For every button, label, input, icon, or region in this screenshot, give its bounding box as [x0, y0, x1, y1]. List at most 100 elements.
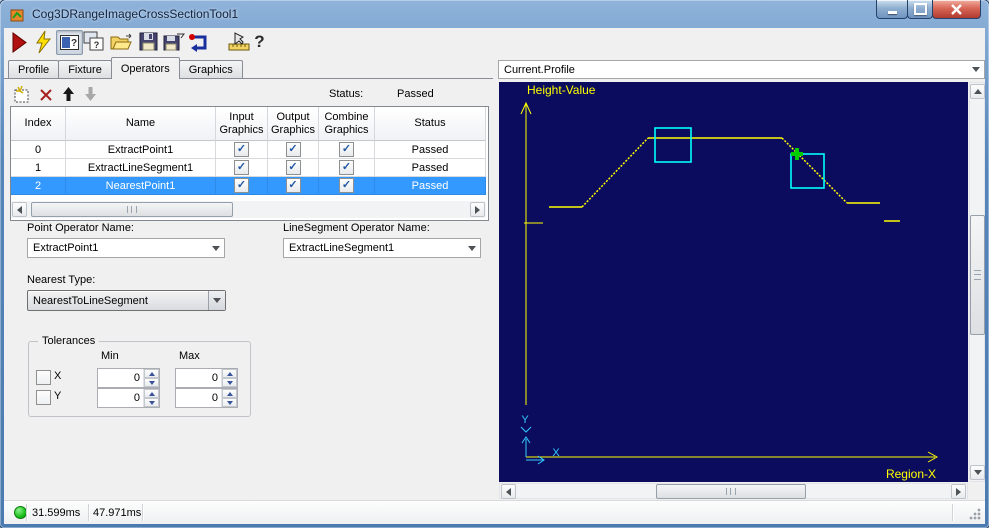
- add-operator-button[interactable]: [13, 86, 31, 104]
- minimize-icon: [887, 10, 897, 14]
- tab-profile[interactable]: Profile: [8, 60, 60, 79]
- combine-graphics-checkbox[interactable]: ✓: [339, 178, 354, 193]
- open-file-button[interactable]: [110, 33, 133, 51]
- resize-grip[interactable]: [969, 508, 981, 520]
- spin-up-button[interactable]: [222, 369, 237, 378]
- run-button[interactable]: [11, 32, 27, 53]
- table-hscrollbar[interactable]: [11, 201, 486, 218]
- column-header-combine-graphics[interactable]: Combine Graphics: [319, 107, 375, 141]
- profile-display[interactable]: Height-Value Region-X Y X: [499, 82, 968, 482]
- app-icon: [9, 6, 26, 23]
- table-row[interactable]: 0 ExtractPoint1 ✓ ✓ ✓ Passed: [11, 141, 486, 159]
- run-icon: [12, 32, 27, 53]
- reset-button[interactable]: [188, 31, 211, 53]
- display-vscrollbar[interactable]: [969, 82, 985, 482]
- profile-line-segment: [581, 137, 649, 208]
- scroll-right-button[interactable]: [951, 484, 966, 499]
- spin-up-button[interactable]: [222, 389, 237, 398]
- column-header-input-graphics[interactable]: Input Graphics: [216, 107, 268, 141]
- input-graphics-checkbox[interactable]: ✓: [234, 178, 249, 193]
- operators-table: Index Name Input Graphics Output Graphics Co…: [10, 106, 489, 221]
- point-operator-label: Point Operator Name:: [27, 222, 134, 234]
- separator: [88, 504, 89, 521]
- spin-down-button[interactable]: [144, 378, 159, 387]
- output-graphics-checkbox[interactable]: ✓: [285, 178, 301, 193]
- column-header-index[interactable]: Index: [11, 107, 66, 141]
- tab-graphics[interactable]: Graphics: [178, 60, 243, 79]
- display-hscrollbar[interactable]: [499, 483, 968, 499]
- close-button[interactable]: [932, 0, 981, 19]
- scroll-right-icon: [956, 487, 961, 496]
- show-result-display-button[interactable]: ?: [56, 30, 83, 55]
- move-down-button[interactable]: [83, 85, 98, 103]
- display-vscroll-thumb[interactable]: [970, 215, 985, 335]
- help-button[interactable]: ?: [252, 31, 267, 53]
- save-as-button[interactable]: [163, 32, 186, 51]
- svg-text:?: ?: [71, 38, 77, 49]
- mini-x-axis-label: X: [552, 447, 560, 459]
- tolerance-y-max-spinner[interactable]: 0: [175, 388, 238, 408]
- cell-name: ExtractLineSegment1: [66, 159, 216, 177]
- scroll-right-button[interactable]: [470, 202, 485, 217]
- table-row[interactable]: 1 ExtractLineSegment1 ✓ ✓ ✓ Passed: [11, 159, 486, 177]
- scroll-up-button[interactable]: [970, 84, 985, 99]
- cell-output-graphics: ✓: [268, 177, 319, 195]
- minimize-button[interactable]: [876, 0, 908, 19]
- spin-up-button[interactable]: [144, 389, 159, 398]
- save-button[interactable]: [139, 32, 158, 51]
- display-hscroll-thumb[interactable]: [656, 484, 806, 499]
- point-operator-value: ExtractPoint1: [33, 242, 99, 254]
- scroll-left-button[interactable]: [12, 202, 27, 217]
- tolerance-x-max-spinner[interactable]: 0: [175, 368, 238, 388]
- nearest-type-combo[interactable]: NearestToLineSegment: [27, 290, 226, 311]
- input-graphics-checkbox[interactable]: ✓: [234, 142, 249, 157]
- mini-y-down-arrowhead: [520, 426, 532, 433]
- spin-down-button[interactable]: [144, 398, 159, 407]
- tolerance-x-checkbox[interactable]: ✓: [36, 370, 51, 385]
- output-graphics-checkbox[interactable]: ✓: [285, 142, 301, 157]
- trigger-button[interactable]: [34, 30, 52, 54]
- output-graphics-checkbox[interactable]: ✓: [285, 160, 301, 175]
- point-operator-combo[interactable]: ExtractPoint1: [27, 238, 225, 258]
- spin-down-icon: [148, 380, 155, 385]
- spinner-value: 0: [211, 392, 218, 404]
- spin-up-button[interactable]: [144, 369, 159, 378]
- spin-down-button[interactable]: [222, 378, 237, 387]
- table-row[interactable]: 2 NearestPoint1 ✓ ✓ ✓ Passed: [11, 177, 486, 195]
- column-header-status[interactable]: Status: [375, 107, 486, 141]
- tolerance-x-min-spinner[interactable]: 0: [97, 368, 160, 388]
- combine-graphics-checkbox[interactable]: ✓: [339, 142, 354, 157]
- scroll-left-button[interactable]: [501, 484, 516, 499]
- cell-input-graphics: ✓: [216, 177, 268, 195]
- table-hscroll-thumb[interactable]: [31, 202, 233, 217]
- tolerance-y-checkbox[interactable]: ✓: [36, 390, 51, 405]
- move-up-button[interactable]: [61, 85, 76, 103]
- column-header-output-graphics[interactable]: Output Graphics: [268, 107, 319, 141]
- spin-up-icon: [226, 371, 233, 376]
- input-graphics-checkbox[interactable]: ✓: [234, 160, 249, 175]
- chevron-down-icon: [208, 291, 225, 310]
- spin-up-icon: [148, 371, 155, 376]
- float-display-icon: ?: [83, 31, 104, 51]
- scroll-down-button[interactable]: [970, 465, 985, 480]
- cell-index: 0: [11, 141, 66, 159]
- linesegment-operator-value: ExtractLineSegment1: [289, 242, 395, 254]
- delete-operator-button[interactable]: [39, 88, 53, 102]
- tolerance-y-min-spinner[interactable]: 0: [97, 388, 160, 408]
- display-record-combo[interactable]: Current.Profile: [498, 60, 985, 79]
- spin-down-button[interactable]: [222, 398, 237, 407]
- cell-status: Passed: [375, 177, 486, 195]
- combine-graphics-checkbox[interactable]: ✓: [339, 160, 354, 175]
- tab-operators[interactable]: Operators: [110, 57, 180, 80]
- titlebar[interactable]: Cog3DRangeImageCrossSectionTool1: [0, 0, 989, 28]
- pointer-measure-button[interactable]: [227, 32, 252, 52]
- chevron-down-icon: [208, 245, 224, 251]
- linesegment-operator-combo[interactable]: ExtractLineSegment1: [283, 238, 481, 258]
- nearest-type-value: NearestToLineSegment: [33, 294, 148, 307]
- maximize-button[interactable]: [907, 0, 933, 19]
- column-header-name[interactable]: Name: [66, 107, 216, 141]
- display-record-value: Current.Profile: [504, 63, 575, 76]
- float-display-button[interactable]: ?: [83, 31, 104, 52]
- spin-up-icon: [148, 391, 155, 396]
- tab-fixture[interactable]: Fixture: [58, 60, 112, 79]
